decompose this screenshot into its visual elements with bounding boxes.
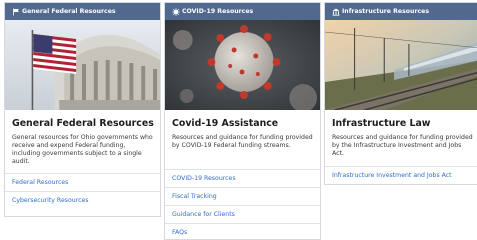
card-title: Infrastructure Law [332, 118, 431, 129]
link-fiscal-tracking[interactable]: Fiscal Tracking [165, 187, 320, 205]
card-header-label: General Federal Resources [22, 8, 116, 15]
capitol-flag-image [5, 20, 160, 110]
card-header: General Federal Resources [5, 3, 160, 20]
card-header: Infrastructure Resources [325, 3, 477, 20]
link-infrastructure-investment-jobs-act[interactable]: Infrastructure Investment and Jobs Act [325, 166, 477, 184]
resource-card-general-federal: General Federal Resources General Federa… [4, 2, 161, 217]
card-description: General resources for Ohio governments w… [12, 134, 153, 165]
link-covid-19-resources[interactable]: COVID-19 Resources [165, 169, 320, 187]
building-icon [331, 7, 340, 16]
resource-card-infrastructure: Infrastructure Resources Infrastructure … [324, 2, 477, 185]
card-title: Covid-19 Assistance [172, 118, 279, 129]
card-description: Resources and guidance for funding provi… [172, 134, 313, 149]
card-header: COVID-19 Resources [165, 3, 320, 20]
card-links: Infrastructure Investment and Jobs Act [325, 166, 477, 184]
card-description: Resources and guidance for funding provi… [332, 134, 473, 157]
card-header-label: Infrastructure Resources [342, 8, 430, 15]
card-links: Federal Resources Cybersecurity Resource… [5, 173, 160, 209]
link-faqs[interactable]: FAQs [165, 223, 320, 240]
link-guidance-for-clients[interactable]: Guidance for Clients [165, 205, 320, 223]
resource-card-covid: COVID-19 Resources Covid-19 Assistance R… [164, 2, 321, 240]
card-links: COVID-19 Resources Fiscal Tracking Guida… [165, 169, 320, 240]
coronavirus-image [165, 20, 320, 110]
link-cybersecurity-resources[interactable]: Cybersecurity Resources [5, 191, 160, 209]
train-rail-image [325, 20, 477, 110]
card-header-label: COVID-19 Resources [182, 8, 254, 15]
link-federal-resources[interactable]: Federal Resources [5, 173, 160, 191]
flag-icon [11, 7, 20, 16]
virus-icon [171, 7, 180, 16]
card-title: General Federal Resources [12, 118, 154, 129]
